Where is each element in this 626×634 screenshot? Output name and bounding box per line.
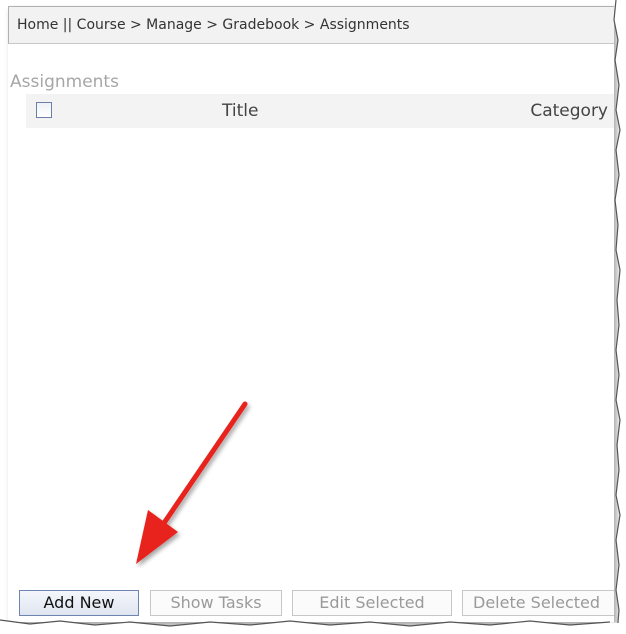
show-tasks-button[interactable]: Show Tasks	[150, 590, 282, 616]
annotation-arrow-icon	[136, 401, 248, 564]
section-title: Assignments	[10, 72, 119, 92]
breadcrumb-bar: Home || Course > Manage > Gradebook > As…	[8, 6, 614, 44]
column-header-title[interactable]: Title	[222, 101, 258, 121]
torn-edge-bottom	[0, 619, 626, 634]
table-header: Title Category	[26, 94, 614, 128]
assignments-table-body	[26, 128, 614, 580]
torn-edge-right	[610, 0, 626, 634]
delete-selected-button[interactable]: Delete Selected	[462, 590, 614, 616]
select-all-checkbox[interactable]	[36, 102, 52, 118]
breadcrumb[interactable]: Home || Course > Manage > Gradebook > As…	[17, 17, 410, 33]
column-header-category[interactable]: Category	[530, 101, 608, 121]
add-new-button[interactable]: Add New	[19, 590, 139, 616]
gradebook-panel: Home || Course > Manage > Gradebook > As…	[8, 6, 614, 622]
edit-selected-button[interactable]: Edit Selected	[292, 590, 452, 616]
